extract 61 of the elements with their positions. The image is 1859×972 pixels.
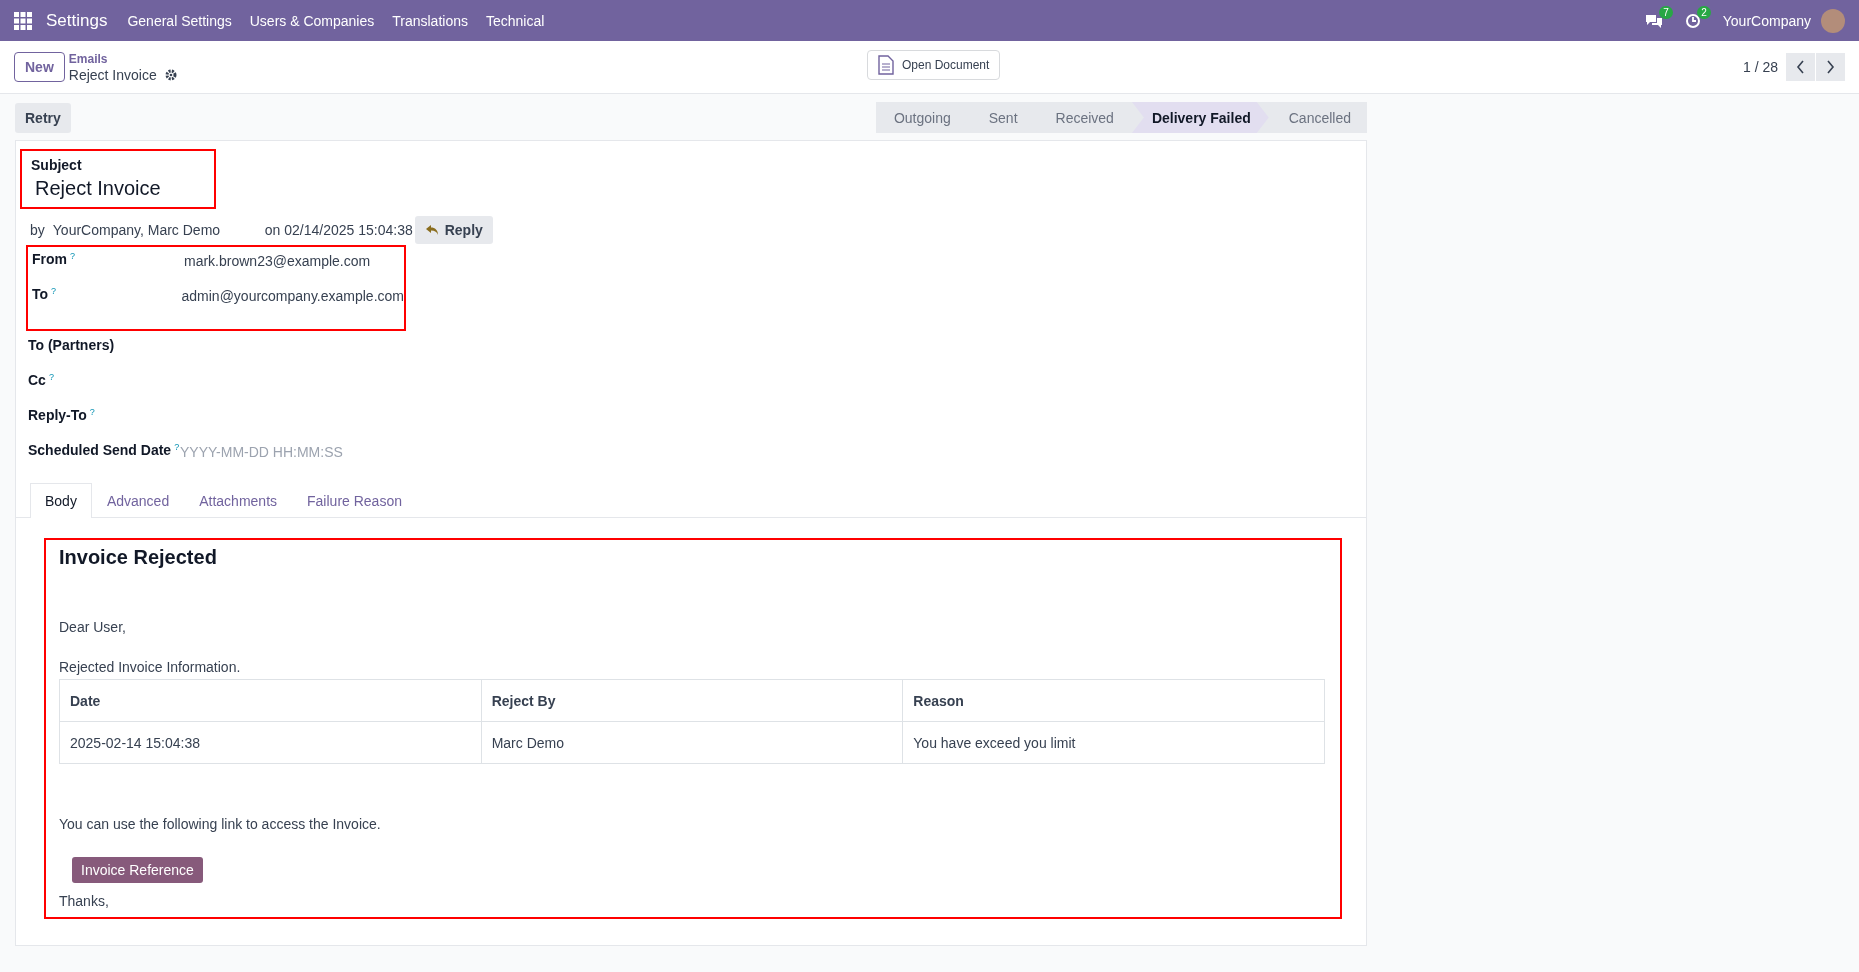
table-cell: You have exceed you limit [902,721,1325,764]
field-label: To (Partners) [28,337,115,353]
new-button[interactable]: New [14,52,65,82]
record-title: Reject Invoice [68,66,157,83]
app-grid-icon[interactable] [14,11,32,30]
intro-text: Rejected Invoice Information. [59,659,242,675]
help-tooltip[interactable]: ? [174,442,180,452]
field-label: From [32,251,67,267]
menu-item[interactable]: Users & Companies [249,12,375,29]
field-value: admin@yourcompany.example.com [181,288,404,304]
field-value: mark.brown23@example.com [184,253,371,269]
invoice-reference-button[interactable]: Invoice Reference [72,857,203,883]
notification-badge: 2 [1697,5,1711,19]
tab[interactable]: Advanced [91,483,185,518]
previous-button[interactable] [1786,53,1815,81]
menu-item[interactable]: Technical [486,12,545,29]
status-step[interactable]: Delivery Failed [1131,102,1269,133]
chevron-right-icon [1826,60,1835,74]
clock-icon[interactable] [1684,12,1701,29]
notification-badge: 7 [1659,5,1673,19]
table-cell: Marc Demo [481,721,903,764]
author-prefix: by [30,222,45,238]
help-tooltip[interactable]: ? [51,286,57,296]
reply-button[interactable]: Reply [414,216,493,244]
chevron-left-icon [1796,60,1805,74]
open-document-button[interactable]: Open Document [867,50,1001,80]
gear-icon[interactable] [164,68,177,81]
message-date: on 02/14/2025 15:04:38 [264,222,413,238]
next-button[interactable] [1816,53,1845,81]
help-tooltip[interactable]: ? [70,251,75,261]
subject-value: Reject Invoice [35,177,162,200]
help-tooltip[interactable]: ? [89,407,95,417]
field-label: Scheduled Send Date [28,442,172,458]
menu-item[interactable]: Translations [392,12,468,29]
column-header: Reason [902,679,1325,722]
field-label: Cc [28,372,46,388]
breadcrumb-link[interactable]: Emails [68,51,177,66]
document-icon [878,55,894,75]
tab[interactable]: Attachments [184,483,293,518]
email-heading: Invoice Rejected [59,546,218,569]
column-header: Reject By [481,679,903,722]
closing-text: Thanks, [59,893,110,909]
author-names: YourCompany, Marc Demo [52,222,222,238]
date-input-field[interactable]: YYYY-MM-DD HH:MM:SS [180,444,400,460]
reply-arrow-icon [424,224,439,236]
company-name[interactable]: YourCompany [1722,12,1811,29]
app-name[interactable]: Settings [46,10,108,31]
pager-counter: 1 / 28 [1742,59,1778,75]
help-tooltip[interactable]: ? [48,372,54,382]
greeting-text: Dear User, [59,619,127,635]
menu-item[interactable]: General Settings [127,12,232,29]
instruction-text: You can use the following link to access the Invoice. [59,816,382,832]
table-cell: 2025-02-14 15:04:38 [59,721,482,764]
column-header: Date [59,679,482,722]
tab[interactable]: Failure Reason [292,483,417,518]
tab[interactable]: Body [30,483,92,518]
field-label: To [32,286,49,302]
retry-button[interactable]: Retry [15,102,71,133]
chat-icon[interactable] [1644,12,1663,29]
field-label: Reply-To [28,407,87,423]
field-label: Subject [31,157,83,173]
